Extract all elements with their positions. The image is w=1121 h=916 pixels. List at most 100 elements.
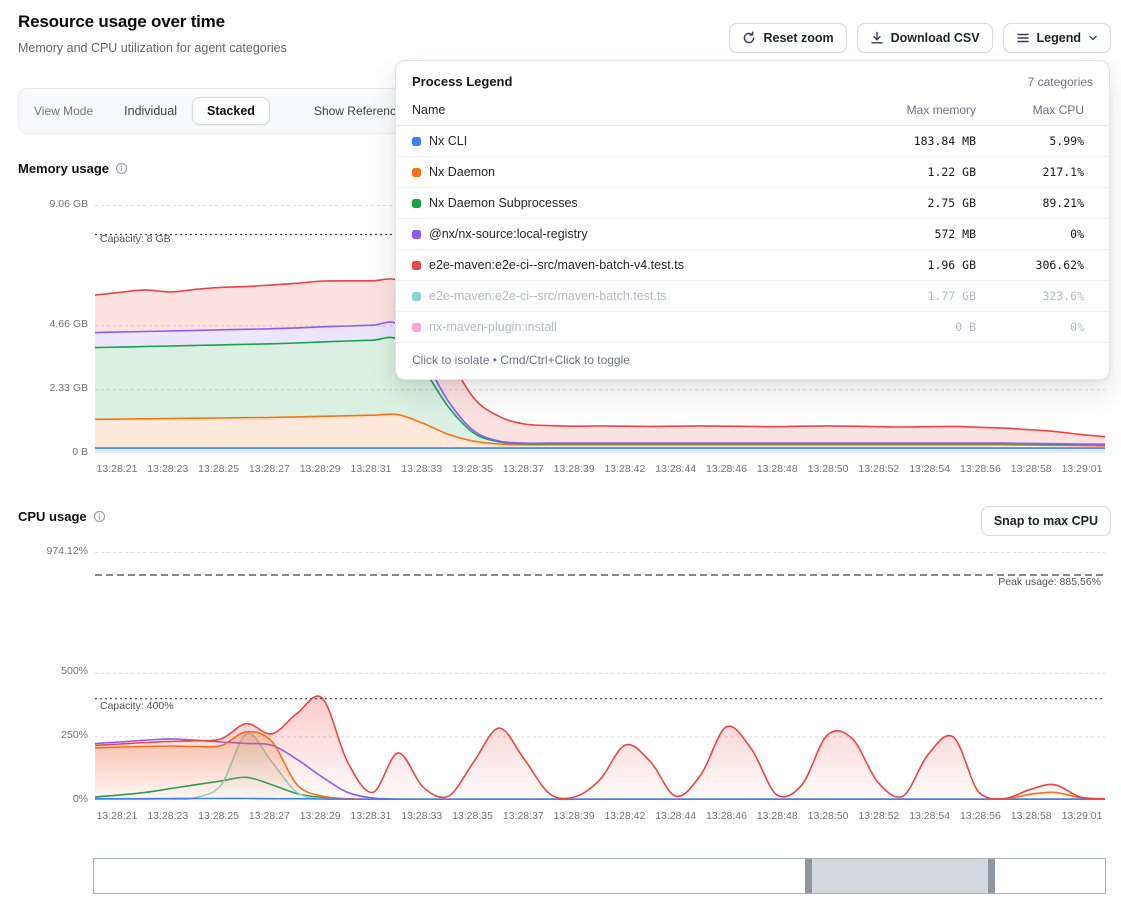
x-tick: 13:28:46 <box>706 810 747 822</box>
x-tick: 13:28:52 <box>858 463 899 475</box>
legend-row[interactable]: Nx CLI183.84 MB5.99% <box>396 126 1109 157</box>
x-tick: 13:28:35 <box>452 810 493 822</box>
y-tick: 2.33 GB <box>6 382 88 394</box>
x-tick: 13:28:54 <box>909 463 950 475</box>
legend-row-name: @nx/nx-source:local-registry <box>412 227 826 241</box>
legend-row[interactable]: Nx Daemon Subprocesses2.75 GB89.21% <box>396 188 1109 219</box>
x-tick: 13:28:39 <box>554 463 595 475</box>
x-tick: 13:28:25 <box>198 810 239 822</box>
view-mode-label: View Mode <box>34 104 93 118</box>
y-tick: 500% <box>6 665 88 677</box>
column-header-name[interactable]: Name <box>412 103 826 117</box>
y-tick: 4.66 GB <box>6 318 88 330</box>
x-tick: 13:28:42 <box>604 810 645 822</box>
reset-zoom-button[interactable]: Reset zoom <box>729 23 846 53</box>
view-mode-individual-button[interactable]: Individual <box>109 97 192 125</box>
legend-row-label: Nx Daemon <box>429 165 495 179</box>
download-icon <box>870 31 884 45</box>
page-title: Resource usage over time <box>18 12 225 32</box>
legend-row-max-cpu: 323.6% <box>986 289 1093 303</box>
x-tick: 13:28:44 <box>655 810 696 822</box>
y-tick: 9.06 GB <box>6 198 88 210</box>
legend-column-headers: Name Max memory Max CPU <box>396 99 1109 126</box>
timeline-brush[interactable] <box>93 858 1106 894</box>
legend-category-count: 7 categories <box>1028 75 1093 89</box>
x-tick: 13:28:44 <box>655 463 696 475</box>
x-tick: 13:28:33 <box>401 810 442 822</box>
series-color-dot <box>412 168 421 177</box>
brush-selection[interactable] <box>805 859 995 893</box>
x-tick: 13:28:21 <box>97 810 138 822</box>
x-tick: 13:28:54 <box>909 810 950 822</box>
x-tick: 13:28:25 <box>198 463 239 475</box>
cpu-chart[interactable] <box>95 552 1105 800</box>
x-tick: 13:28:31 <box>351 463 392 475</box>
legend-toggle-button[interactable]: Legend <box>1003 23 1111 53</box>
x-tick: 13:28:31 <box>351 810 392 822</box>
legend-row[interactable]: Nx Daemon1.22 GB217.1% <box>396 157 1109 188</box>
x-tick: 13:28:52 <box>858 810 899 822</box>
legend-row-label: e2e-maven:e2e-ci--src/maven-batch.test.t… <box>429 289 667 303</box>
legend-row-name: Nx Daemon Subprocesses <box>412 196 826 210</box>
x-tick: 13:28:46 <box>706 463 747 475</box>
info-icon[interactable] <box>93 510 106 523</box>
x-tick: 13:28:48 <box>757 810 798 822</box>
cpu-peak-usage-label: Peak usage: 885.56% <box>998 576 1101 588</box>
x-tick: 13:28:27 <box>249 810 290 822</box>
x-tick: 13:28:39 <box>554 810 595 822</box>
legend-row-max-memory: 572 MB <box>836 227 976 241</box>
legend-row[interactable]: nx-maven-plugin:install0 B0% <box>396 312 1109 343</box>
legend-row-label: e2e-maven:e2e-ci--src/maven-batch-v4.tes… <box>429 258 684 272</box>
column-header-max-cpu[interactable]: Max CPU <box>986 103 1093 117</box>
series-color-dot <box>412 230 421 239</box>
memory-usage-heading: Memory usage <box>18 161 109 176</box>
x-tick: 13:29:01 <box>1062 810 1103 822</box>
x-tick: 13:28:29 <box>300 810 341 822</box>
legend-row-label: Nx Daemon Subprocesses <box>429 196 578 210</box>
reset-zoom-label: Reset zoom <box>763 31 833 45</box>
chevron-down-icon <box>1088 33 1098 43</box>
series-color-dot <box>412 292 421 301</box>
snap-to-max-cpu-button[interactable]: Snap to max CPU <box>981 506 1111 536</box>
x-tick: 13:28:56 <box>960 463 1001 475</box>
x-tick: 13:28:50 <box>808 463 849 475</box>
legend-row-name: e2e-maven:e2e-ci--src/maven-batch.test.t… <box>412 289 826 303</box>
legend-row-max-cpu: 306.62% <box>986 258 1093 272</box>
x-tick: 13:28:56 <box>960 810 1001 822</box>
column-header-max-memory[interactable]: Max memory <box>836 103 976 117</box>
x-tick: 13:28:27 <box>249 463 290 475</box>
series-color-dot <box>412 323 421 332</box>
x-tick: 13:28:58 <box>1011 810 1052 822</box>
legend-row-max-memory: 1.77 GB <box>836 289 976 303</box>
legend-row-max-memory: 2.75 GB <box>836 196 976 210</box>
legend-row-max-cpu: 0% <box>986 320 1093 334</box>
resource-usage-page: Resource usage over time Memory and CPU … <box>0 0 1121 916</box>
cpu-capacity-label: Capacity: 400% <box>100 700 174 712</box>
legend-row[interactable]: e2e-maven:e2e-ci--src/maven-batch.test.t… <box>396 281 1109 312</box>
x-tick: 13:28:23 <box>147 810 188 822</box>
x-tick: 13:28:37 <box>503 810 544 822</box>
cpu-plot-svg <box>95 552 1105 800</box>
y-tick: 0 B <box>6 446 88 458</box>
refresh-icon <box>742 31 756 45</box>
memory-capacity-label: Capacity: 8 GB <box>100 233 171 245</box>
process-legend-title: Process Legend <box>412 74 512 89</box>
legend-row-name: e2e-maven:e2e-ci--src/maven-batch-v4.tes… <box>412 258 826 272</box>
process-legend-popover: Process Legend 7 categories Name Max mem… <box>395 60 1110 380</box>
download-csv-button[interactable]: Download CSV <box>857 23 993 53</box>
legend-rows: Nx CLI183.84 MB5.99%Nx Daemon1.22 GB217.… <box>396 126 1109 343</box>
legend-row[interactable]: @nx/nx-source:local-registry572 MB0% <box>396 219 1109 250</box>
legend-row-name: Nx CLI <box>412 134 826 148</box>
legend-row-name: nx-maven-plugin:install <box>412 320 826 334</box>
view-mode-stacked-button[interactable]: Stacked <box>192 97 270 125</box>
brush-handle-right[interactable] <box>988 859 995 893</box>
legend-row-max-memory: 1.96 GB <box>836 258 976 272</box>
info-icon[interactable] <box>115 162 128 175</box>
brush-handle-left[interactable] <box>805 859 812 893</box>
list-icon <box>1016 31 1030 45</box>
legend-row[interactable]: e2e-maven:e2e-ci--src/maven-batch-v4.tes… <box>396 250 1109 281</box>
legend-row-label: Nx CLI <box>429 134 467 148</box>
y-tick: 0% <box>6 793 88 805</box>
cpu-usage-heading: CPU usage <box>18 509 87 524</box>
legend-row-max-memory: 1.22 GB <box>836 165 976 179</box>
